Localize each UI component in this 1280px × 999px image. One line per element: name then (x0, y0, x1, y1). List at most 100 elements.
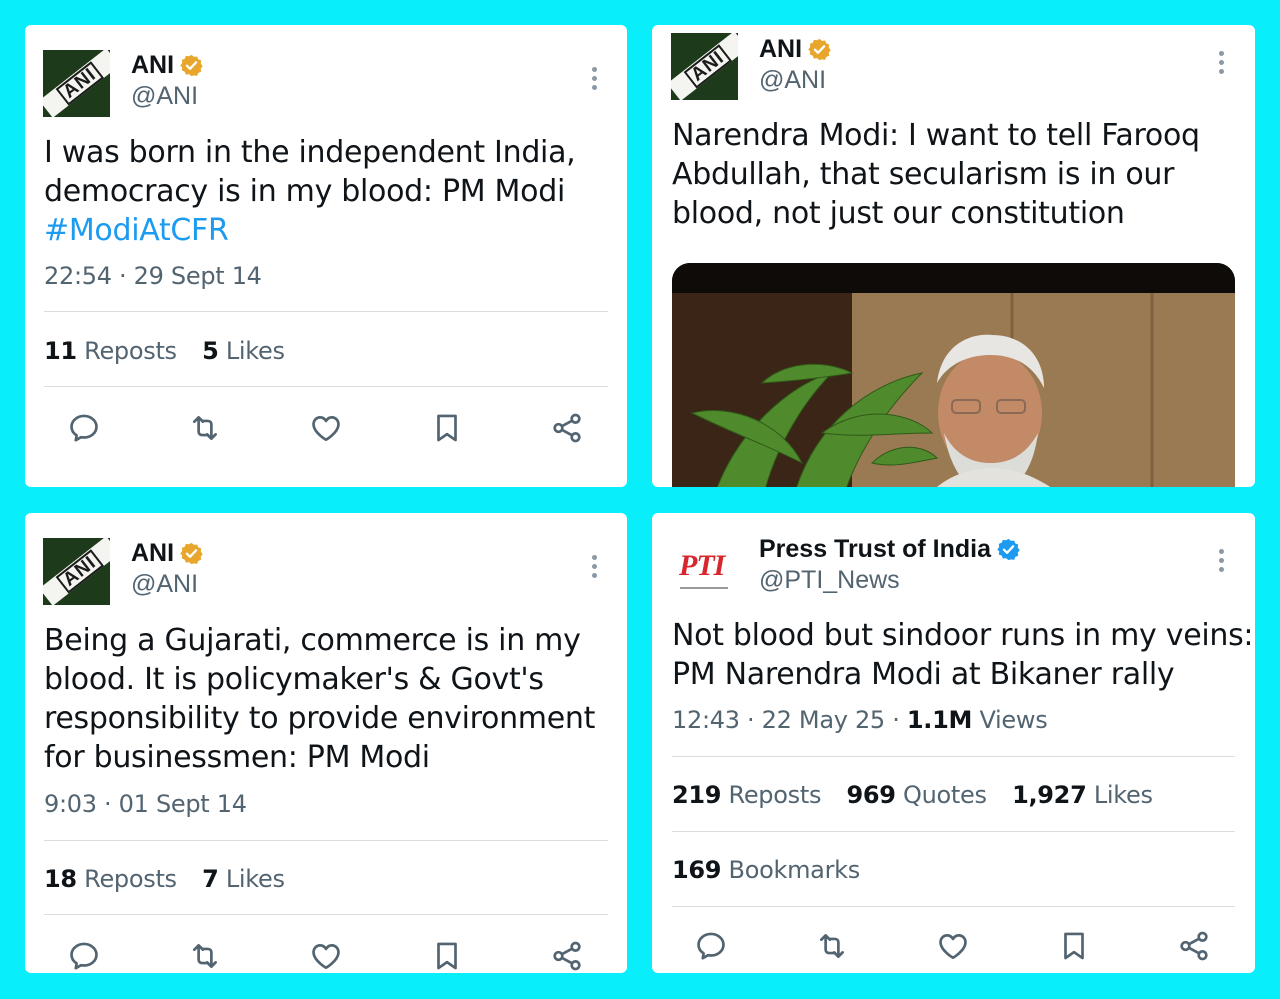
quotes-count: 969 (846, 781, 897, 809)
tweet-text-line: blood. It is policymaker's & Govt's (44, 662, 544, 697)
like-icon[interactable] (309, 411, 343, 445)
divider (44, 914, 608, 915)
likes-stat[interactable]: 7 Likes (202, 865, 285, 893)
tweet-card-4[interactable]: PTI Press Trust of India @PTI_News Not b… (652, 513, 1255, 973)
author-handle[interactable]: @ANI (131, 82, 198, 111)
share-icon[interactable] (550, 939, 584, 973)
video-thumbnail[interactable] (672, 263, 1235, 487)
pti-avatar[interactable]: PTI (671, 535, 738, 602)
tweet-text-line: Narendra Modi: I want to tell Farooq (672, 118, 1200, 153)
likes-stat[interactable]: 1,927 Likes (1012, 781, 1153, 809)
author-handle[interactable]: @ANI (131, 570, 198, 599)
divider (44, 386, 608, 387)
reposts-label: Reposts (728, 781, 822, 809)
share-icon[interactable] (550, 411, 584, 445)
tweet-timestamp[interactable]: 9:03 · 01 Sept 14 (44, 790, 247, 818)
like-icon[interactable] (936, 929, 970, 963)
tweet-timestamp[interactable]: 12:43 · 22 May 25 · 1.1M Views (672, 706, 1048, 734)
ani-logo-band: ANI (43, 50, 110, 117)
tweet-text-line: PM Narendra Modi at Bikaner rally (672, 657, 1175, 692)
divider (672, 831, 1235, 832)
ani-logo-text: ANI (683, 43, 732, 89)
tweet-timestamp[interactable]: 22:54 · 29 Sept 14 (44, 262, 262, 290)
tweet-text: Being a Gujarati, commerce is in my bloo… (44, 621, 595, 777)
bookmarks-count: 169 (672, 856, 722, 884)
reposts-stat[interactable]: 11 Reposts (44, 337, 177, 365)
author-handle[interactable]: @PTI_News (759, 566, 900, 595)
reposts-label: Reposts (84, 337, 177, 365)
bookmark-icon[interactable] (430, 411, 464, 445)
ani-logo-text: ANI (55, 60, 104, 106)
tweet-text: Not blood but sindoor runs in my veins: … (672, 616, 1254, 694)
gold-verified-badge-icon (179, 53, 204, 78)
likes-count: 5 (202, 337, 219, 365)
ani-logo-text: ANI (55, 548, 104, 594)
repost-icon[interactable] (815, 929, 849, 963)
divider (44, 840, 608, 841)
more-options-icon[interactable] (1219, 549, 1225, 575)
ani-avatar[interactable]: ANI (43, 50, 110, 117)
tweet-text-line: Not blood but sindoor runs in my veins: (672, 618, 1254, 653)
views-label: Views (979, 706, 1048, 734)
reposts-count: 11 (44, 337, 77, 365)
like-icon[interactable] (309, 939, 343, 973)
engagement-stats: 11 Reposts 5 Likes (44, 337, 303, 365)
reposts-count: 219 (672, 781, 722, 809)
author-name[interactable]: Press Trust of India (759, 535, 1021, 564)
tweet-card-3[interactable]: ANI ANI @ANI Being a Gujarati, commerce … (25, 513, 627, 973)
divider (672, 906, 1235, 907)
bookmark-icon[interactable] (1057, 929, 1091, 963)
bookmarks-stats: 169 Bookmarks (672, 856, 878, 884)
ani-logo-band: ANI (43, 538, 110, 605)
reposts-count: 18 (44, 865, 77, 893)
blue-verified-badge-icon (996, 537, 1021, 562)
author-name[interactable]: ANI (131, 539, 204, 568)
quotes-stat[interactable]: 969 Quotes (846, 781, 988, 809)
likes-label: Likes (225, 865, 285, 893)
author-name[interactable]: ANI (131, 51, 204, 80)
tweet-text: I was born in the independent India, dem… (44, 133, 576, 250)
repost-icon[interactable] (188, 411, 222, 445)
likes-stat[interactable]: 5 Likes (202, 337, 285, 365)
repost-icon[interactable] (188, 939, 222, 973)
pti-logo-underline (680, 587, 728, 589)
engagement-stats: 219 Reposts 969 Quotes 1,927 Likes (672, 781, 1171, 809)
ani-avatar[interactable]: ANI (43, 538, 110, 605)
tweet-text-line: I was born in the independent India, (44, 135, 576, 170)
reposts-stat[interactable]: 18 Reposts (44, 865, 177, 893)
tweet-text-line: Being a Gujarati, commerce is in my (44, 623, 581, 658)
author-name-text: ANI (131, 51, 175, 79)
author-name-text: ANI (131, 539, 175, 567)
bookmark-icon[interactable] (430, 939, 464, 973)
ani-avatar[interactable]: ANI (671, 33, 738, 100)
divider (44, 311, 608, 312)
tweet-text-line: responsibility to provide environment (44, 701, 596, 736)
ani-logo-band: ANI (671, 33, 738, 100)
author-handle[interactable]: @ANI (759, 66, 826, 95)
pti-logo-text: PTI (679, 549, 725, 582)
author-name-text: ANI (759, 35, 803, 63)
tweet-card-1[interactable]: ANI ANI @ANI I was born in the independe… (25, 25, 627, 487)
reply-icon[interactable] (67, 411, 101, 445)
timestamp-text: 12:43 · 22 May 25 · (672, 706, 907, 734)
bookmarks-stat[interactable]: 169 Bookmarks (672, 856, 860, 884)
tweet-text-line: democracy is in my blood: PM Modi (44, 174, 565, 209)
tweet-text-line: blood, not just our constitution (672, 196, 1125, 231)
more-options-icon[interactable] (592, 555, 598, 581)
reply-icon[interactable] (694, 929, 728, 963)
gold-verified-badge-icon (807, 37, 832, 62)
more-options-icon[interactable] (592, 67, 598, 93)
reply-icon[interactable] (67, 939, 101, 973)
reposts-stat[interactable]: 219 Reposts (672, 781, 821, 809)
tweet-card-2[interactable]: ANI ANI @ANI Narendra Modi: I want to te… (652, 25, 1255, 487)
likes-label: Likes (225, 337, 285, 365)
likes-count: 1,927 (1012, 781, 1087, 809)
engagement-stats: 18 Reposts 7 Likes (44, 865, 303, 893)
tweet-text: Narendra Modi: I want to tell Farooq Abd… (672, 116, 1200, 233)
views-count: 1.1M (906, 706, 973, 734)
share-icon[interactable] (1177, 929, 1211, 963)
author-name[interactable]: ANI (759, 35, 832, 64)
more-options-icon[interactable] (1219, 51, 1225, 77)
hashtag-link[interactable]: #ModiAtCFR (44, 211, 575, 250)
reposts-label: Reposts (84, 865, 177, 893)
